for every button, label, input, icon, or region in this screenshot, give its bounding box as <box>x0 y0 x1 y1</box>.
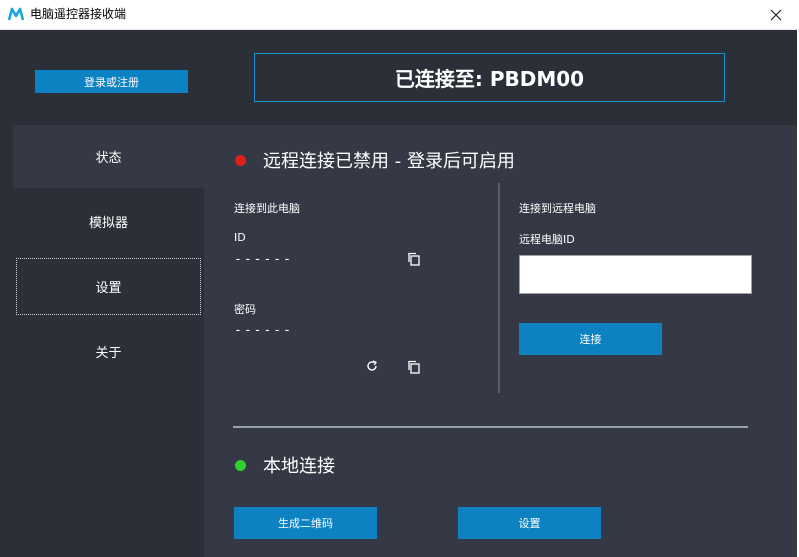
sidebar-item-status[interactable]: 状态 <box>13 125 204 188</box>
remote-status-text: 远程连接已禁用 - 登录后可启用 <box>263 151 515 172</box>
password-value: ------ <box>234 323 293 338</box>
window-title: 电脑遥控器接收端 <box>30 7 127 21</box>
id-value: ------ <box>234 252 293 267</box>
copy-icon[interactable] <box>407 360 421 374</box>
sidebar-item-settings[interactable]: 设置 <box>16 258 201 315</box>
generate-qr-button[interactable]: 生成二维码 <box>234 507 377 539</box>
main-panel: 远程连接已禁用 - 登录后可启用 连接到此电脑 ID ------ 密码 ---… <box>204 125 797 557</box>
close-button[interactable] <box>753 0 799 30</box>
local-status-text: 本地连接 <box>263 456 335 477</box>
this-pc-section-label: 连接到此电脑 <box>234 202 300 215</box>
close-icon <box>770 9 782 21</box>
local-status-indicator <box>235 459 246 471</box>
remote-id-input[interactable] <box>519 255 752 294</box>
sidebar-item-simulator[interactable]: 模拟器 <box>13 190 204 253</box>
connect-button[interactable]: 连接 <box>519 323 662 355</box>
password-label: 密码 <box>234 303 256 316</box>
refresh-icon[interactable] <box>366 360 378 372</box>
sidebar-item-about[interactable]: 关于 <box>13 320 204 383</box>
sidebar-nav: 状态 模拟器 设置 关于 <box>13 125 204 557</box>
id-label: ID <box>234 231 246 244</box>
vertical-divider <box>498 183 500 393</box>
remote-id-label: 远程电脑ID <box>519 233 575 246</box>
title-bar: 电脑遥控器接收端 <box>0 0 799 30</box>
login-register-button[interactable]: 登录或注册 <box>35 70 188 93</box>
local-settings-button[interactable]: 设置 <box>458 507 601 539</box>
remote-pc-section-label: 连接到远程电脑 <box>519 202 596 215</box>
app-window: 登录或注册 已连接至: PBDM00 状态 模拟器 设置 关于 远程连接已禁用 … <box>0 30 797 557</box>
section-divider <box>233 426 748 428</box>
remote-status-indicator <box>235 154 246 166</box>
connection-status-box: 已连接至: PBDM00 <box>254 53 725 102</box>
local-status-heading: 本地连接 <box>235 452 335 478</box>
remote-status-heading: 远程连接已禁用 - 登录后可启用 <box>235 147 515 173</box>
app-logo-icon <box>8 7 24 21</box>
copy-icon[interactable] <box>407 252 421 266</box>
